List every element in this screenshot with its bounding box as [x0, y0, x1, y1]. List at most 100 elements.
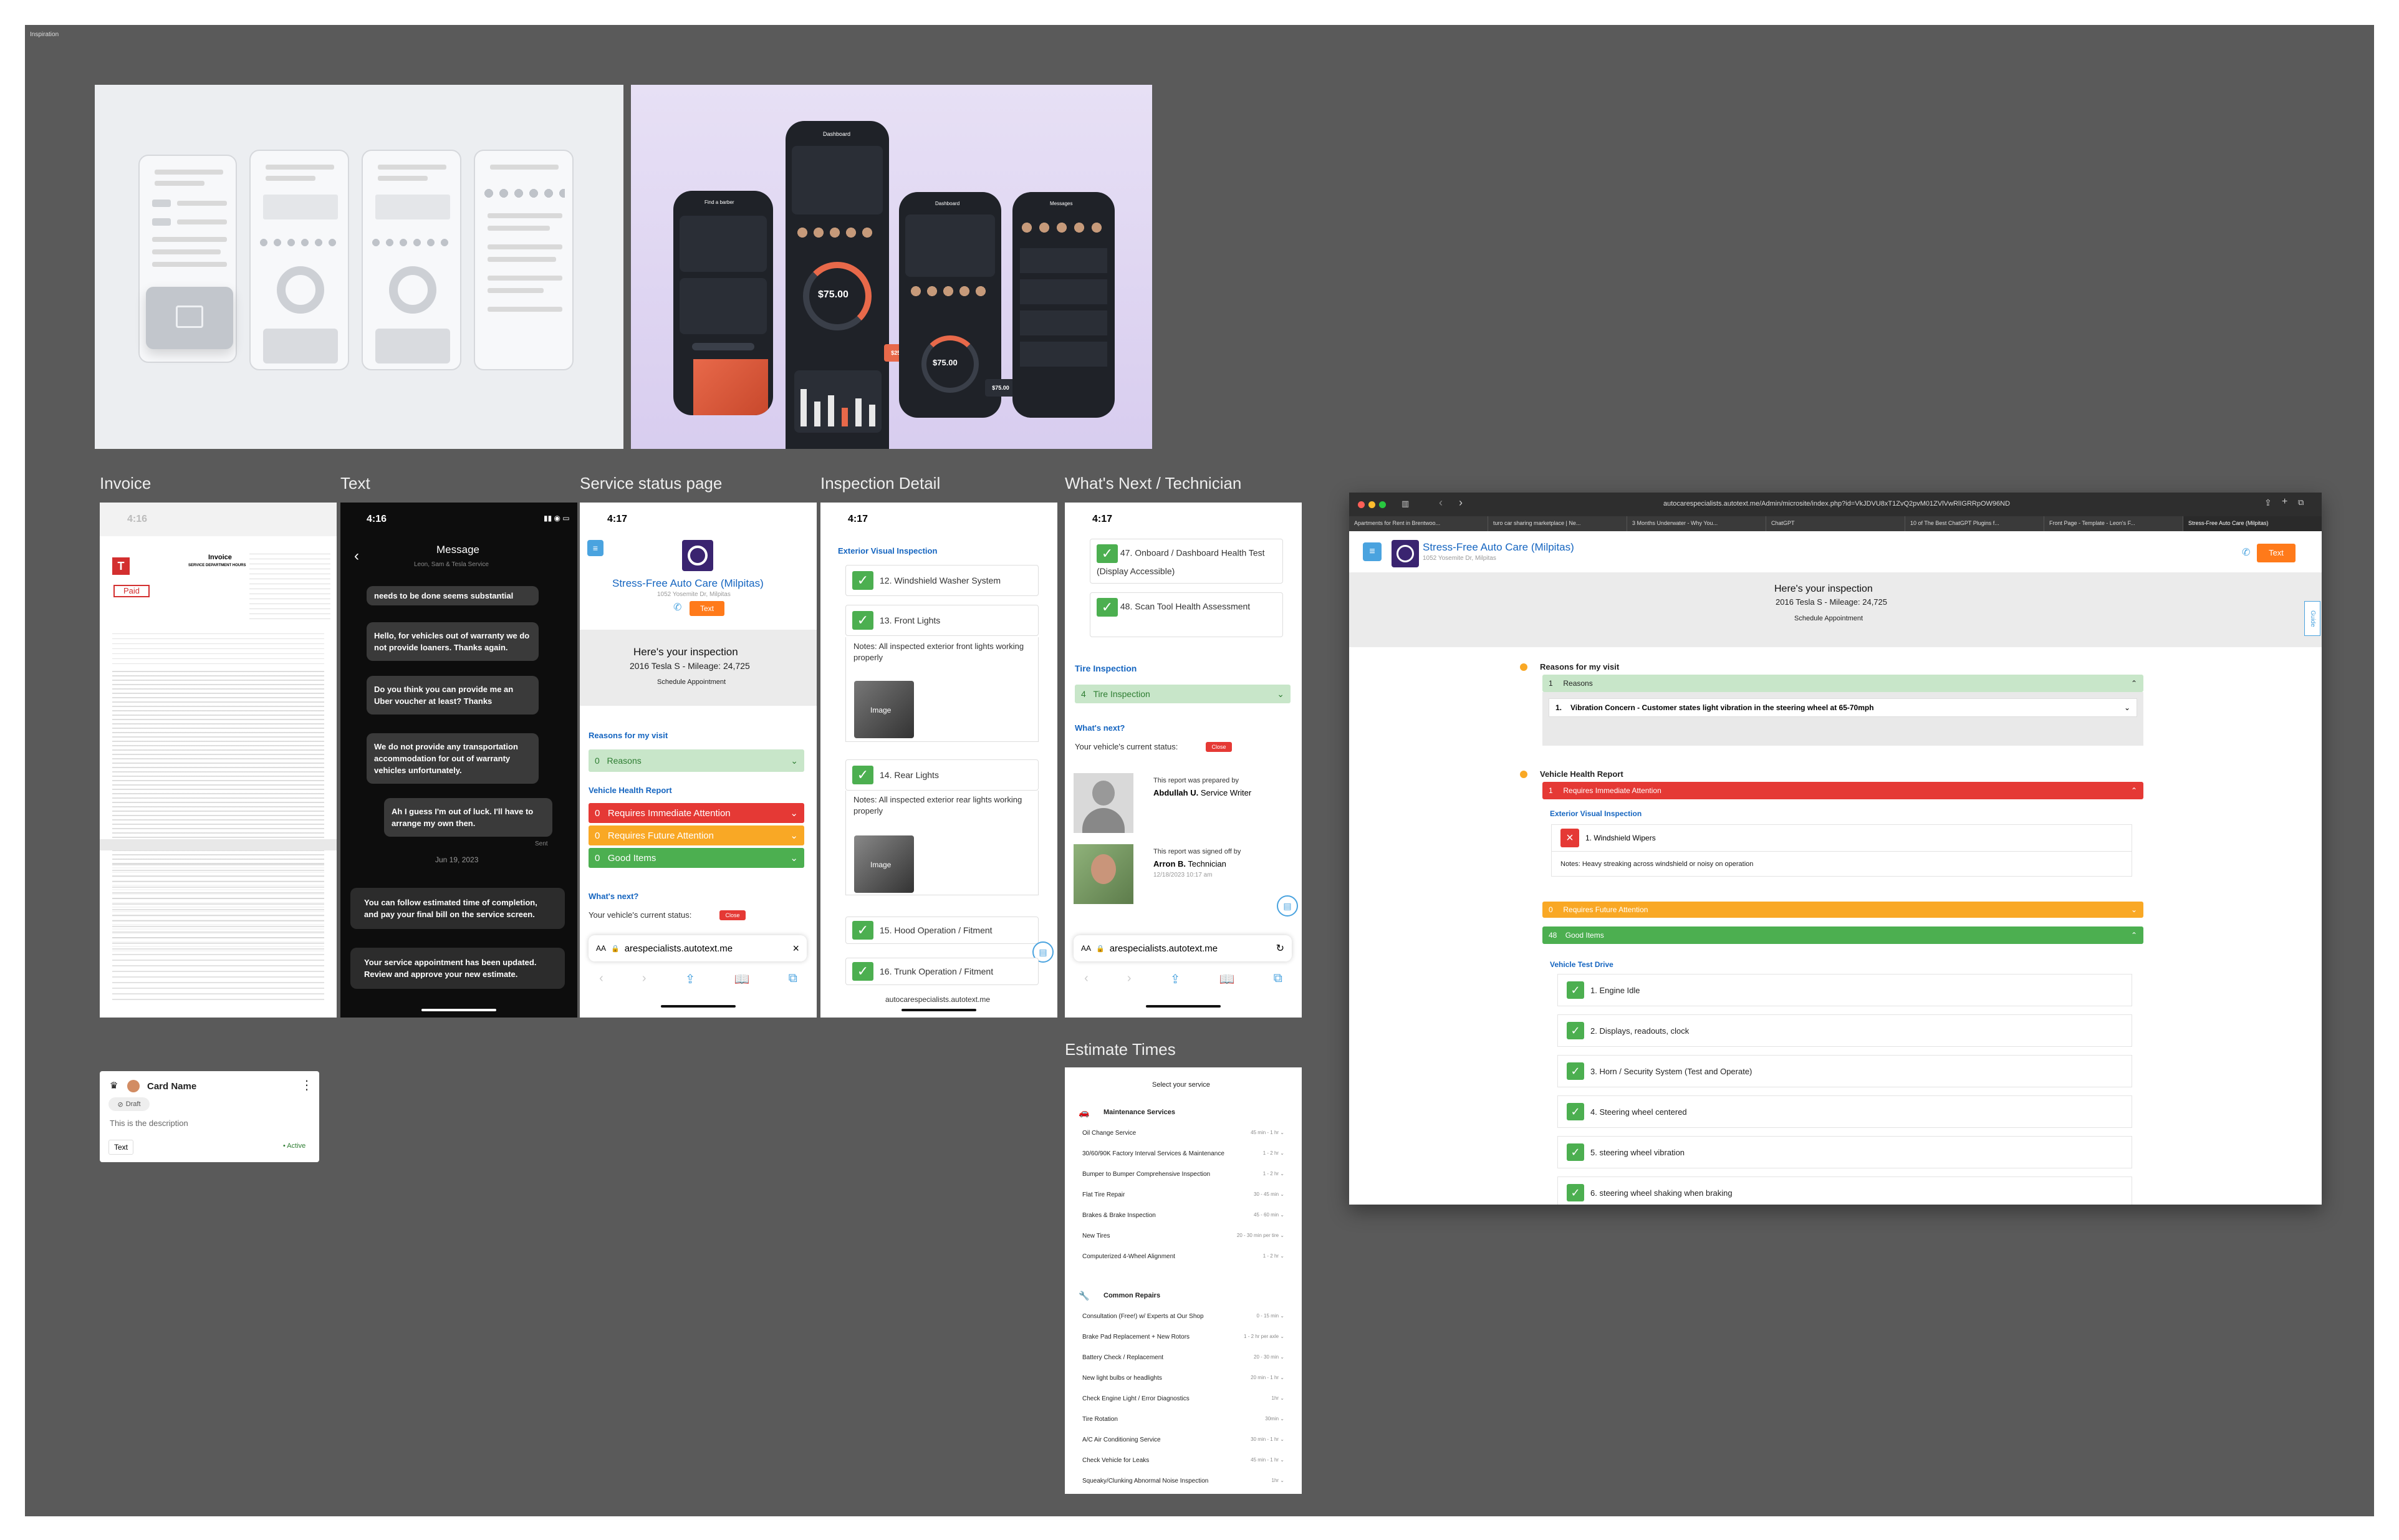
forward-icon[interactable]: › — [1127, 971, 1132, 996]
forward-icon[interactable]: › — [1459, 496, 1463, 509]
close-window-button[interactable] — [1358, 501, 1365, 508]
inspection-item[interactable]: ✓ 3. Horn / Security System (Test and Ope… — [1557, 1055, 2132, 1087]
maximize-window-button[interactable] — [1379, 501, 1386, 508]
text-size-button[interactable]: AA — [1081, 944, 1091, 953]
menu-icon[interactable]: ≡ — [587, 540, 603, 556]
reload-icon[interactable]: ↻ — [1276, 942, 1284, 955]
service-option[interactable]: Check Engine Light / Error Diagnostics 1h… — [1082, 1395, 1284, 1402]
business-logo — [682, 540, 713, 571]
tabs-icon[interactable]: ⧉ — [1274, 971, 1282, 996]
address-bar[interactable]: AA 🔒 arespecialists.autotext.me × — [589, 935, 807, 961]
tabs-icon[interactable]: ⧉ — [789, 971, 797, 996]
inspection-item[interactable]: ✓ 12. Windshield Washer System — [845, 565, 1039, 596]
notice-updated-estimate[interactable]: Your service appointment has been update… — [350, 948, 565, 989]
service-option[interactable]: Flat Tire Repair 30 - 45 min ⌄ — [1082, 1191, 1284, 1198]
reasons-accordion[interactable]: 1 Reasons ⌃ — [1542, 675, 2143, 692]
text-button[interactable]: Text — [2257, 544, 2296, 562]
schedule-appointment-link[interactable]: Schedule Appointment — [657, 678, 726, 686]
back-chevron-icon[interactable]: ‹ — [354, 547, 359, 565]
good-items-accordion[interactable]: 0 Good Items ⌄ — [589, 848, 804, 868]
close-icon[interactable]: × — [792, 942, 799, 955]
service-option[interactable]: Brakes & Brake Inspection 45 - 60 min ⌄ — [1082, 1212, 1284, 1219]
service-option[interactable]: Brake Pad Replacement + New Rotors 1 - 2 … — [1082, 1334, 1284, 1340]
inspection-item[interactable]: ✓ 47. Onboard / Dashboard Health Test (D… — [1090, 539, 1283, 584]
schedule-appointment-link[interactable]: Schedule Appointment — [1794, 615, 1863, 622]
inspection-item[interactable]: ✓ 16. Trunk Operation / Fitment — [845, 958, 1039, 985]
share-icon[interactable]: ⇪ — [2264, 498, 2272, 508]
service-option[interactable]: Check Vehicle for Leaks 45 min - 1 hr ⌄ — [1082, 1457, 1284, 1464]
browser-tab[interactable]: ChatGPT — [1766, 516, 1905, 531]
inspection-item-label: 6. steering wheel shaking when braking — [1590, 1188, 1733, 1198]
service-option[interactable]: 30/60/90K Factory Interval Services & Ma… — [1082, 1150, 1284, 1157]
card-component[interactable]: ♛ Card Name ⋮ ⊘ Draft This is the descrip… — [100, 1071, 319, 1162]
inspection-item[interactable]: ✓ 4. Steering wheel centered — [1557, 1095, 2132, 1128]
message-header: Message — [436, 544, 479, 556]
back-icon[interactable]: ‹ — [1084, 971, 1089, 996]
future-attention-accordion[interactable]: 0 Requires Future Attention ⌄ — [1542, 902, 2143, 918]
status-bar: 4:16 — [100, 503, 337, 536]
more-options-icon[interactable]: ⋮ — [300, 1077, 313, 1093]
share-icon[interactable]: ⇪ — [1170, 971, 1181, 996]
browser-tab[interactable]: 3 Months Underwater - Why You... — [1627, 516, 1766, 531]
sidebar-toggle-icon[interactable]: ▥ — [1401, 499, 1409, 509]
browser-tab[interactable]: Front Page - Template - Leon's F... — [2044, 516, 2183, 531]
service-option[interactable]: Consultation (Free!) w/ Experts at Our S… — [1082, 1313, 1284, 1320]
chat-fab-icon[interactable]: ▤ — [1277, 895, 1298, 917]
new-tab-icon[interactable]: + — [2282, 496, 2287, 508]
address-bar[interactable]: AA 🔒 arespecialists.autotext.me ↻ — [1074, 935, 1292, 961]
url-text[interactable]: autocarespecialists.autotext.me/Admin/mi… — [1663, 500, 2010, 508]
browser-tab[interactable]: Apartments for Rent in Brentwoo... — [1349, 516, 1488, 531]
service-option[interactable]: New light bulbs or headlights 20 min - 1 … — [1082, 1375, 1284, 1382]
service-option[interactable]: Oil Change Service 45 min - 1 hr ⌄ — [1082, 1130, 1284, 1137]
service-option[interactable]: New Tires 20 - 30 min per tire ⌄ — [1082, 1233, 1284, 1239]
reasons-accordion[interactable]: 0 Reasons ⌄ — [589, 749, 804, 772]
back-icon[interactable]: ‹ — [1439, 496, 1443, 509]
avatar — [1074, 773, 1133, 833]
inspection-item[interactable]: ✓ 6. steering wheel shaking when braking — [1557, 1177, 2132, 1205]
tabs-overview-icon[interactable]: ⧉ — [2298, 498, 2304, 508]
guide-tab[interactable]: Guide — [2304, 601, 2320, 636]
menu-icon[interactable]: ≡ — [1363, 542, 1382, 561]
service-time: 1hr ⌄ — [1271, 1395, 1285, 1401]
card-text-button[interactable]: Text — [108, 1140, 133, 1155]
inspection-item[interactable]: ✓ 15. Hood Operation / Fitment — [845, 917, 1039, 944]
message-bubble: Ah I guess I'm out of luck. I'll have to… — [384, 798, 552, 837]
browser-tab[interactable]: 10 of The Best ChatGPT Plugins f... — [1905, 516, 2044, 531]
service-option[interactable]: Squeaky/Clunking Abnormal Noise Inspecti… — [1082, 1478, 1284, 1485]
forward-icon[interactable]: › — [642, 971, 647, 996]
back-icon[interactable]: ‹ — [599, 971, 603, 996]
car-photo-thumbnail[interactable]: Image — [854, 681, 914, 738]
inspection-item[interactable]: × 1. Windshield Wipers — [1551, 824, 2132, 852]
service-option[interactable]: Tire Rotation 30min ⌄ — [1082, 1416, 1284, 1423]
inspection-item[interactable]: ✓ 2. Displays, readouts, clock — [1557, 1014, 2132, 1047]
inspection-item[interactable]: ✓ 13. Front Lights — [845, 605, 1039, 636]
browser-tab[interactable]: turo car sharing marketplace | Ne... — [1488, 516, 1627, 531]
minimize-window-button[interactable] — [1368, 501, 1375, 508]
status-label: Your vehicle's current status: — [1075, 742, 1178, 751]
inspection-item[interactable]: ✓ 5. steering wheel vibration — [1557, 1136, 2132, 1168]
inspection-item[interactable]: ✓ 1. Engine Idle — [1557, 974, 2132, 1006]
service-option[interactable]: A/C Air Conditioning Service 30 min - 1 h… — [1082, 1437, 1284, 1443]
bookmarks-icon[interactable]: 📖 — [734, 971, 750, 996]
inspection-item[interactable]: ✓ 48. Scan Tool Health Assessment — [1090, 592, 1283, 637]
share-icon[interactable]: ⇪ — [685, 971, 696, 996]
phone-icon[interactable]: ✆ — [2242, 546, 2250, 559]
service-option[interactable]: Computerized 4-Wheel Alignment 1 - 2 hr ⌄ — [1082, 1253, 1284, 1260]
service-option[interactable]: Battery Check / Replacement 20 - 30 min ⌄ — [1082, 1354, 1284, 1361]
canvas-title: Inspiration — [30, 31, 59, 38]
browser-tab-active[interactable]: Stress-Free Auto Care (Milpitas) — [2183, 516, 2322, 531]
car-photo-thumbnail[interactable]: Image — [854, 835, 914, 893]
service-option[interactable]: Bumper to Bumper Comprehensive Inspectio… — [1082, 1171, 1284, 1178]
tire-inspection-accordion[interactable]: 4 Tire Inspection ⌄ — [1075, 685, 1291, 703]
phone-icon[interactable]: ✆ — [673, 601, 681, 614]
immediate-attention-accordion[interactable]: 0 Requires Immediate Attention ⌄ — [589, 803, 804, 823]
inspection-item[interactable]: ✓ 14. Rear Lights — [845, 759, 1039, 791]
immediate-attention-accordion[interactable]: 1 Requires Immediate Attention ⌃ — [1542, 782, 2143, 799]
text-size-button[interactable]: AA — [596, 944, 606, 953]
concern-item[interactable]: 1. Vibration Concern - Customer states li… — [1549, 698, 2137, 717]
future-attention-accordion[interactable]: 0 Requires Future Attention ⌄ — [589, 825, 804, 845]
invoice-title: Invoice — [208, 554, 232, 561]
bookmarks-icon[interactable]: 📖 — [1219, 971, 1235, 996]
good-items-accordion[interactable]: 48 Good Items ⌃ — [1542, 926, 2143, 944]
text-button[interactable]: Text — [690, 601, 724, 616]
